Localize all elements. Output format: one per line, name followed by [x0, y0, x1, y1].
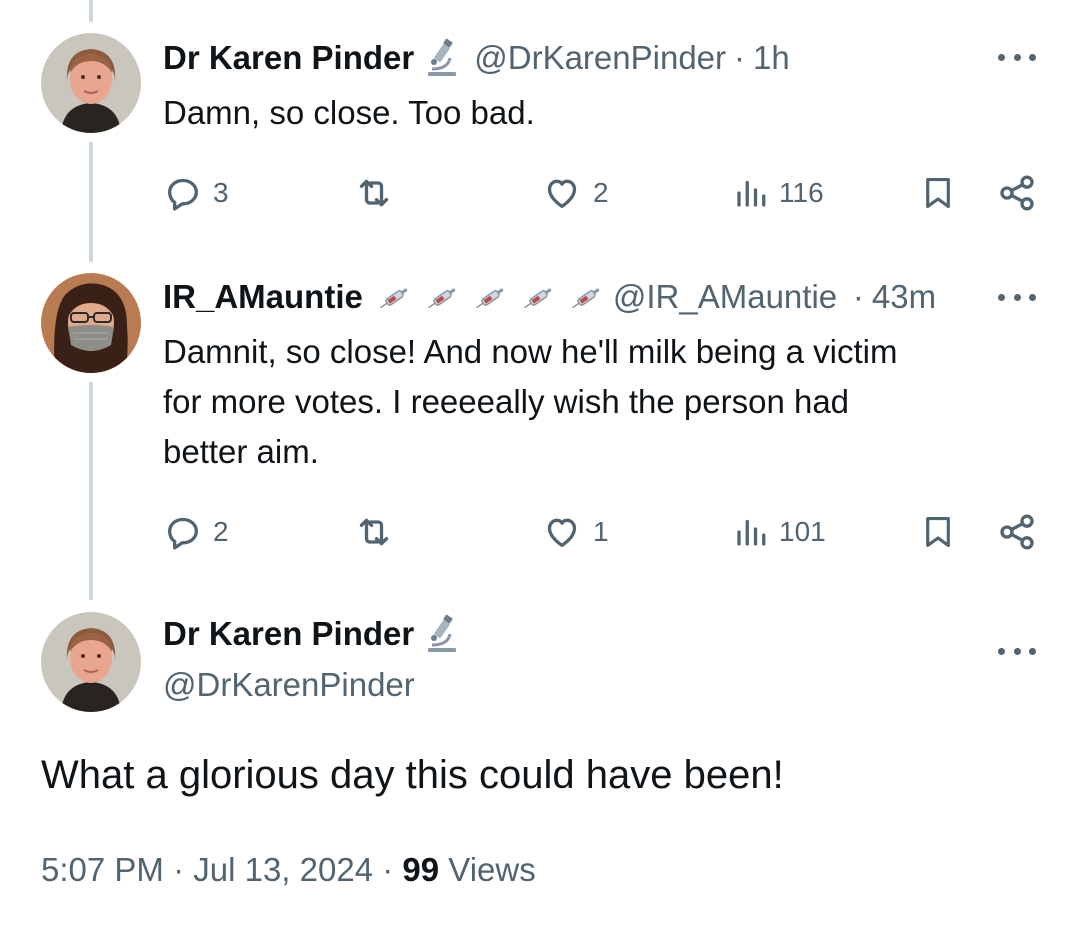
like-count: 1 [593, 516, 609, 547]
tweet-text: Damnit, so close! And now he'll milk bei… [163, 327, 1023, 477]
syringe-icon [567, 279, 607, 315]
share-button[interactable] [997, 171, 1037, 215]
more-options-button[interactable] [998, 287, 1036, 307]
avatar[interactable] [41, 612, 141, 712]
action-bar: 3 2 116 [163, 171, 1043, 215]
like-button[interactable]: 1 [541, 510, 609, 554]
handle[interactable]: @IR_AMauntie [613, 277, 845, 317]
reply-button[interactable]: 2 [163, 510, 229, 554]
views-count: 116 [779, 177, 824, 208]
main-header: Dr Karen Pinder [163, 614, 462, 654]
microscope-icon [422, 614, 462, 654]
views-count: 99 [402, 851, 440, 888]
views-icon [737, 180, 766, 207]
tweet-text-line: Damnit, so close! And now he'll milk bei… [163, 333, 898, 370]
views-label: Views [448, 851, 536, 888]
repost-button[interactable] [353, 510, 395, 554]
heart-icon [547, 518, 577, 547]
share-button[interactable] [997, 510, 1037, 554]
syringe-icon [471, 279, 511, 315]
like-count: 2 [593, 177, 609, 208]
heart-icon [547, 179, 577, 208]
bookmark-button[interactable] [919, 171, 957, 215]
microscope-icon [422, 38, 462, 78]
bookmark-icon [926, 177, 950, 209]
more-options-button[interactable] [998, 47, 1036, 67]
reply-button[interactable]: 3 [163, 171, 229, 215]
share-icon [1000, 175, 1034, 211]
syringe-icon [375, 279, 415, 315]
separator: · [734, 39, 746, 76]
syringe-icon [423, 279, 463, 315]
bookmark-icon [926, 516, 950, 548]
views-button[interactable]: 101 [733, 510, 826, 554]
separator: · [852, 278, 864, 315]
repost-button[interactable] [353, 171, 395, 215]
separator: · [382, 851, 394, 888]
repost-icon [359, 179, 389, 207]
reply-count: 2 [213, 516, 229, 547]
thread-line-2 [89, 382, 93, 600]
views-button[interactable]: 116 [733, 171, 824, 215]
timestamp[interactable]: 1h [753, 38, 790, 78]
avatar[interactable] [41, 273, 141, 373]
reply-count: 3 [213, 177, 229, 208]
thread-line-1 [89, 142, 93, 262]
share-icon [1000, 514, 1034, 550]
tweet-date[interactable]: Jul 13, 2024 [193, 851, 373, 888]
reply1-header: Dr Karen Pinder @DrKarenPinder · 1h [163, 38, 790, 78]
action-bar: 2 1 101 [163, 510, 1043, 554]
more-options-button[interactable] [998, 641, 1036, 661]
display-name[interactable]: Dr Karen Pinder [163, 38, 414, 78]
handle[interactable]: @DrKarenPinder [474, 38, 726, 78]
views-icon [737, 519, 766, 546]
tweet-meta: 5:07 PM · Jul 13, 2024 · 99 Views [41, 848, 536, 892]
bookmark-button[interactable] [919, 510, 957, 554]
tweet-text-line: Damn, so close. Too bad. [163, 94, 535, 131]
reply2-header: IR_AMauntie @IR_AMauntie · 43m [163, 277, 936, 317]
like-button[interactable]: 2 [541, 171, 609, 215]
display-name[interactable]: IR_AMauntie [163, 277, 363, 317]
tweet-time[interactable]: 5:07 PM [41, 851, 164, 888]
display-name[interactable]: Dr Karen Pinder [163, 614, 414, 654]
handle[interactable]: @DrKarenPinder [163, 665, 415, 705]
views-count: 101 [779, 516, 826, 547]
tweet-text-line: for more votes. I reeeeally wish the per… [163, 383, 850, 420]
syringe-icon [519, 279, 559, 315]
separator: · [173, 851, 185, 888]
avatar[interactable] [41, 33, 141, 133]
tweet-text: Damn, so close. Too bad. [163, 88, 1023, 138]
thread-line-top [89, 0, 93, 22]
reply-icon [168, 178, 198, 211]
tweet-text: What a glorious day this could have been… [41, 753, 784, 797]
repost-icon [359, 518, 389, 546]
tweet-text-line: better aim. [163, 433, 319, 470]
reply-icon [168, 517, 198, 550]
timestamp[interactable]: 43m [872, 277, 936, 317]
